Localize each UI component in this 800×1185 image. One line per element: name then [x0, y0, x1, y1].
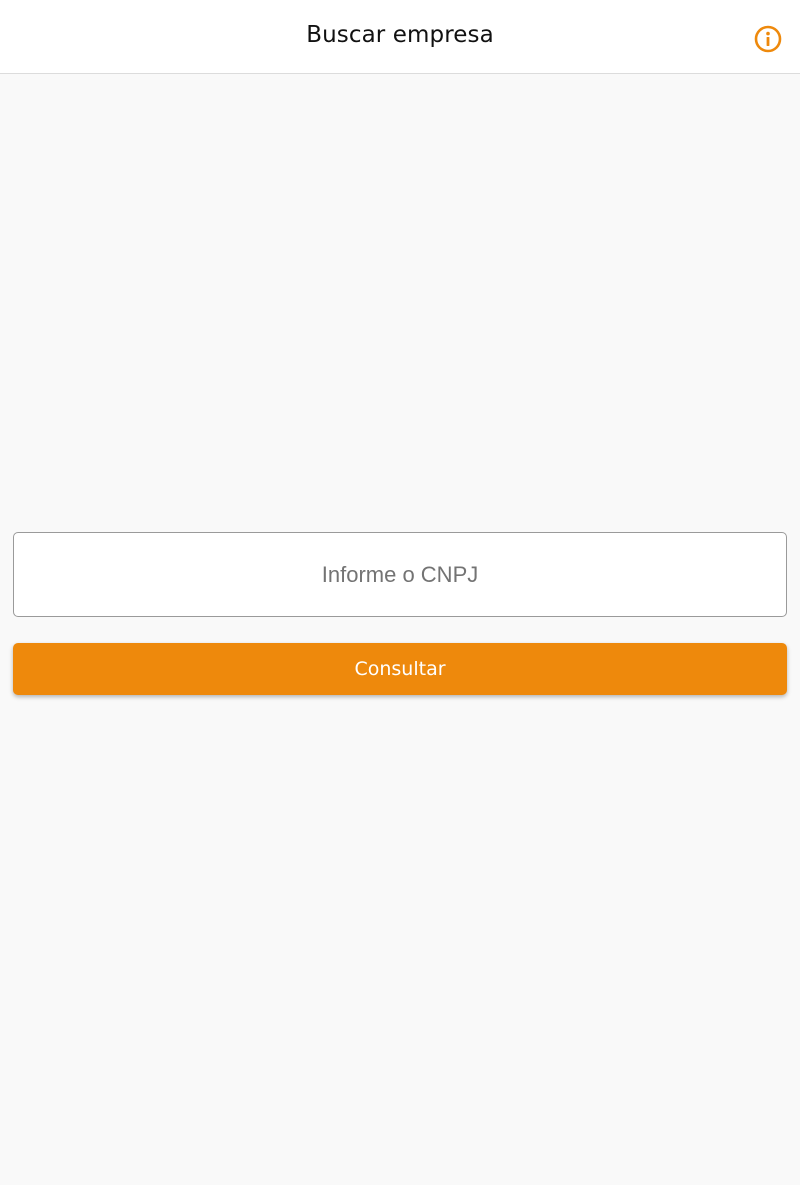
cnpj-field	[13, 532, 787, 617]
cnpj-input[interactable]	[14, 533, 786, 616]
page-title: Buscar empresa	[306, 22, 494, 48]
app-bar: Buscar empresa	[0, 0, 800, 74]
info-button[interactable]	[750, 21, 786, 57]
consult-button[interactable]: Consultar	[13, 643, 787, 695]
info-circle-icon	[754, 25, 782, 53]
